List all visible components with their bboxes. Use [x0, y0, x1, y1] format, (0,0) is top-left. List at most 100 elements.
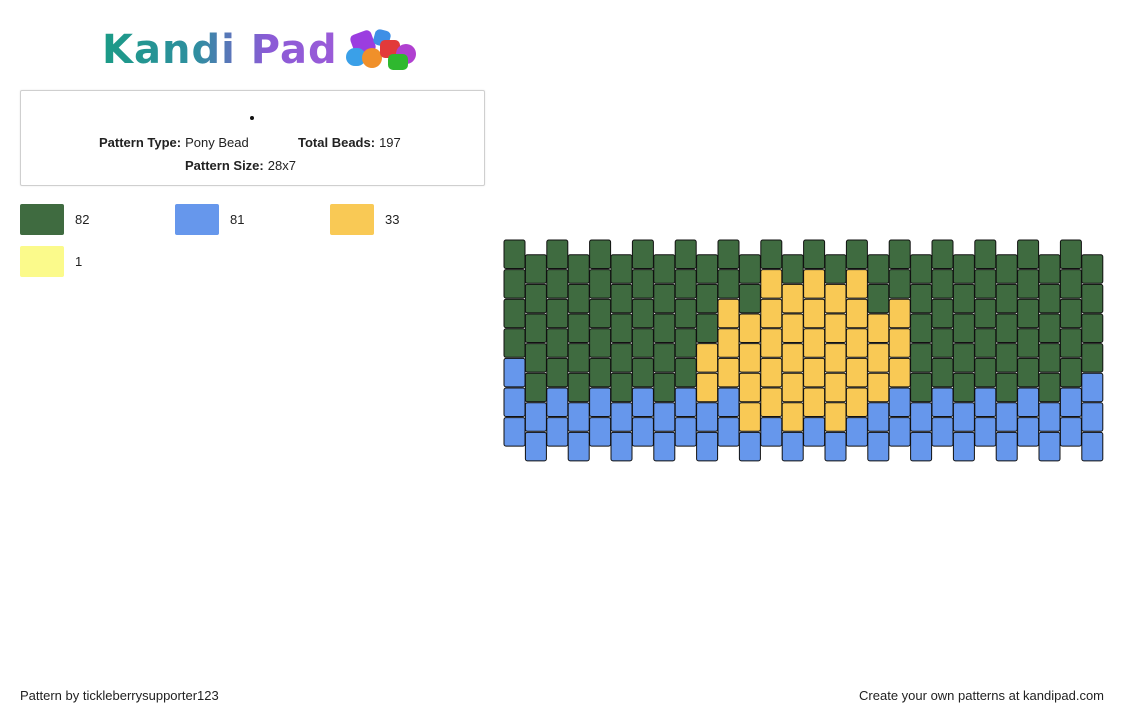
bead-r5-c5: [610, 402, 633, 432]
bead-r6-c18: [888, 417, 911, 447]
bead-r3-c26: [1059, 328, 1082, 358]
bead-r3-c8: [674, 328, 697, 358]
bead-r2-c22: [974, 298, 997, 329]
bead-r0-c13: [781, 254, 804, 284]
bead-r1-c17: [867, 283, 890, 314]
bead-r6-c20: [931, 417, 954, 447]
bead-r4-c12: [760, 357, 783, 388]
bead-r6-c19: [910, 431, 933, 462]
bead-r0-c2: [546, 239, 569, 269]
bead-r3-c10: [717, 328, 740, 358]
bead-r6-c24: [1017, 417, 1040, 447]
bead-r3-c21: [952, 343, 975, 373]
bead-r4-c19: [910, 372, 933, 403]
bead-r6-c11: [738, 431, 761, 462]
bead-r6-c4: [589, 417, 612, 447]
bead-r2-c23: [995, 313, 1018, 343]
bead-r3-c12: [760, 328, 783, 358]
bead-r2-c7: [653, 313, 676, 343]
bead-r6-c13: [781, 431, 804, 462]
bead-r4-c1: [524, 372, 547, 403]
bead-r1-c13: [781, 283, 804, 314]
bead-r5-c7: [653, 402, 676, 432]
bead-r1-c12: [760, 269, 783, 299]
bead-r0-c4: [589, 239, 612, 269]
bead-r2-c17: [867, 313, 890, 343]
bead-r3-c9: [696, 343, 719, 373]
bead-r5-c2: [546, 387, 569, 417]
bead-r3-c2: [546, 328, 569, 358]
bead-r3-c5: [610, 343, 633, 373]
bead-r0-c11: [738, 254, 761, 284]
bead-r5-c24: [1017, 387, 1040, 417]
kandipad-promo-link[interactable]: Create your own patterns at kandipad.com: [859, 688, 1104, 703]
bead-r6-c5: [610, 431, 633, 462]
bead-r1-c7: [653, 283, 676, 314]
bead-r2-c25: [1038, 313, 1061, 343]
bead-r0-c21: [952, 254, 975, 284]
bead-r1-c19: [910, 283, 933, 314]
bead-r2-c9: [696, 313, 719, 343]
bead-r4-c5: [610, 372, 633, 403]
bead-r6-c6: [631, 417, 654, 447]
bead-r6-c9: [696, 431, 719, 462]
bead-r2-c21: [952, 313, 975, 343]
bead-r6-c27: [1081, 431, 1104, 462]
bead-r4-c14: [803, 357, 826, 388]
bead-r5-c26: [1059, 387, 1082, 417]
bead-r6-c14: [803, 417, 826, 447]
bead-r0-c5: [610, 254, 633, 284]
bead-r3-c14: [803, 328, 826, 358]
bead-r2-c27: [1081, 313, 1104, 343]
pattern-author-credit: Pattern by tickleberrysupporter123: [20, 688, 219, 703]
bead-r2-c0: [503, 298, 526, 329]
bead-r4-c10: [717, 357, 740, 388]
bead-r4-c27: [1081, 372, 1104, 403]
bead-r5-c11: [738, 402, 761, 432]
bead-r0-c8: [674, 239, 697, 269]
bead-r5-c6: [631, 387, 654, 417]
bead-r4-c13: [781, 372, 804, 403]
bead-r6-c22: [974, 417, 997, 447]
bead-r2-c16: [845, 298, 868, 329]
bead-r3-c11: [738, 343, 761, 373]
bead-r6-c23: [995, 431, 1018, 462]
bead-r5-c23: [995, 402, 1018, 432]
bead-r1-c25: [1038, 283, 1061, 314]
bead-r4-c23: [995, 372, 1018, 403]
bead-r3-c3: [567, 343, 590, 373]
bead-r5-c15: [824, 402, 847, 432]
bead-r1-c14: [803, 269, 826, 299]
bead-r6-c8: [674, 417, 697, 447]
bead-r2-c13: [781, 313, 804, 343]
bead-r0-c14: [803, 239, 826, 269]
bead-r0-c9: [696, 254, 719, 284]
bead-r3-c6: [631, 328, 654, 358]
bead-r4-c8: [674, 357, 697, 388]
bead-r3-c17: [867, 343, 890, 373]
bead-r1-c0: [503, 269, 526, 299]
bead-r0-c6: [631, 239, 654, 269]
bead-r4-c2: [546, 357, 569, 388]
bead-r1-c3: [567, 283, 590, 314]
bead-r4-c7: [653, 372, 676, 403]
bead-r0-c7: [653, 254, 676, 284]
bead-r2-c4: [589, 298, 612, 329]
bead-r0-c22: [974, 239, 997, 269]
bead-r4-c25: [1038, 372, 1061, 403]
bead-r1-c9: [696, 283, 719, 314]
bead-r5-c20: [931, 387, 954, 417]
bead-r4-c6: [631, 357, 654, 388]
bead-r0-c24: [1017, 239, 1040, 269]
bead-r5-c4: [589, 387, 612, 417]
bead-r4-c22: [974, 357, 997, 388]
bead-r1-c8: [674, 269, 697, 299]
bead-r2-c11: [738, 313, 761, 343]
bead-r1-c27: [1081, 283, 1104, 314]
bead-r2-c5: [610, 313, 633, 343]
bead-r4-c20: [931, 357, 954, 388]
bead-r5-c16: [845, 387, 868, 417]
bead-r3-c1: [524, 343, 547, 373]
bead-r5-c13: [781, 402, 804, 432]
bead-r6-c21: [952, 431, 975, 462]
